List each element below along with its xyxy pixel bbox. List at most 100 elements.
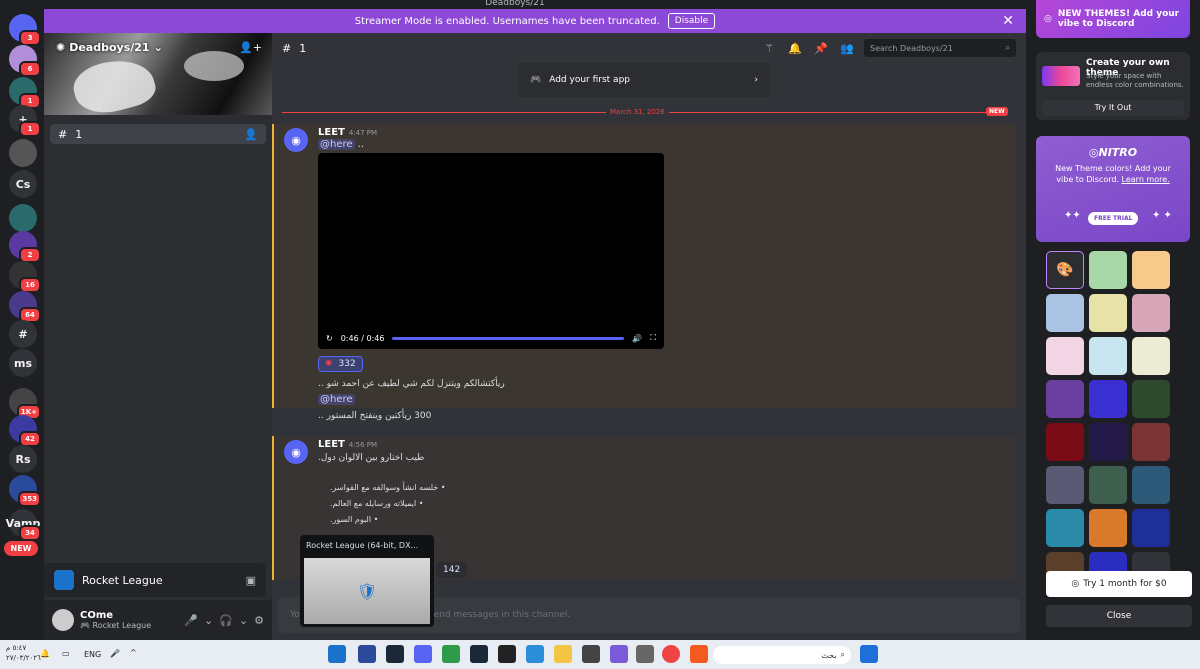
server-icon-13[interactable]: 42: [9, 415, 41, 447]
message-author[interactable]: LEET 4:47 PM: [318, 127, 377, 138]
bell-icon[interactable]: 🔔: [786, 42, 804, 55]
theme-swatch[interactable]: [1132, 294, 1170, 332]
app-taskbar-icon[interactable]: [582, 645, 600, 663]
rocket-league-taskbar-icon[interactable]: [328, 645, 346, 663]
microphone-icon[interactable]: 🎤: [184, 614, 198, 627]
close-button[interactable]: Close: [1046, 605, 1192, 627]
try-month-button[interactable]: ◎ Try 1 month for $0: [1046, 571, 1192, 597]
theme-swatch[interactable]: [1089, 294, 1127, 332]
theme-swatch[interactable]: [1132, 337, 1170, 375]
server-icon-14[interactable]: Rs: [9, 445, 37, 473]
reaction[interactable]: ✺ 332: [318, 356, 363, 372]
mention[interactable]: @here: [318, 139, 355, 150]
stream-icon[interactable]: ▣: [246, 574, 256, 587]
taskbar-preview[interactable]: Rocket League (64-bit, DX... 🛡: [300, 535, 434, 627]
steam-icon[interactable]: [386, 645, 404, 663]
chevron-down-icon[interactable]: ⌄: [239, 614, 248, 627]
pin-icon[interactable]: 📌: [812, 42, 830, 55]
theme-swatch[interactable]: [1046, 294, 1084, 332]
reaction[interactable]: 142: [436, 562, 468, 578]
theme-swatch[interactable]: [1132, 509, 1170, 547]
server-icon-8[interactable]: 16: [9, 261, 41, 293]
theme-swatch[interactable]: [1132, 423, 1170, 461]
clock[interactable]: ٥:٤٧ م ٢٧/٠٣/٢٠٢٦: [6, 643, 41, 663]
theme-swatch[interactable]: [1089, 251, 1127, 289]
server-icon-15[interactable]: 353: [9, 475, 41, 507]
replay-icon[interactable]: ↻: [326, 334, 333, 343]
server-icon-16[interactable]: Vamp 34: [6, 509, 41, 541]
search-input[interactable]: بحث ⌕: [713, 646, 851, 664]
server-icon-1[interactable]: 6: [9, 45, 41, 77]
gear-icon[interactable]: ⚙: [254, 614, 264, 627]
add-member-icon[interactable]: 👤: [244, 128, 258, 141]
discord-icon[interactable]: ◉: [284, 440, 308, 464]
message[interactable]: ◉ LEET 4:47 PM @here .. ↻ 0:46 / 0:46 🔊 ⛶…: [272, 124, 1016, 408]
threads-icon[interactable]: ⚚: [760, 42, 778, 55]
theme-swatch[interactable]: [1089, 509, 1127, 547]
try-it-out-button[interactable]: Try It Out: [1042, 100, 1184, 116]
app-taskbar-icon[interactable]: [442, 645, 460, 663]
message-author[interactable]: LEET 4:56 PM: [318, 439, 377, 450]
theme-swatch[interactable]: [1046, 380, 1084, 418]
chevron-down-icon[interactable]: ⌄: [204, 614, 213, 627]
server-name-button[interactable]: ✺ Deadboys/21 ⌄: [56, 41, 163, 54]
chrome-icon[interactable]: [662, 645, 680, 663]
activity-panel[interactable]: Rocket League ▣: [44, 563, 266, 597]
server-banner[interactable]: ✺ Deadboys/21 ⌄ 👤+: [44, 33, 272, 115]
fullscreen-icon[interactable]: ⛶: [650, 333, 656, 343]
theme-swatch[interactable]: [1046, 509, 1084, 547]
search-input[interactable]: Search Deadboys/21 ⌕: [864, 39, 1016, 57]
headphones-icon[interactable]: 🎧: [219, 614, 233, 627]
language-indicator[interactable]: ENG: [84, 650, 101, 659]
server-icon-5[interactable]: Cs: [9, 170, 37, 198]
app-taskbar-icon[interactable]: [358, 645, 376, 663]
theme-swatch[interactable]: [1046, 466, 1084, 504]
disable-button[interactable]: Disable: [667, 13, 716, 29]
avatar[interactable]: [52, 609, 74, 631]
custom-theme-swatch[interactable]: 🎨: [1046, 251, 1084, 289]
mention[interactable]: @here: [318, 394, 355, 405]
server-icon-12[interactable]: 1K+: [9, 388, 41, 420]
new-themes-promo[interactable]: ◎ NEW THEMES! Add your vibe to Discord: [1036, 0, 1190, 38]
theme-swatch[interactable]: [1046, 337, 1084, 375]
edge-icon[interactable]: [526, 645, 544, 663]
channel-item[interactable]: # 1 👤: [50, 124, 266, 144]
server-icon-0[interactable]: 3: [9, 14, 41, 46]
server-icon-11[interactable]: ms: [9, 349, 37, 377]
notification-icon[interactable]: 🔔: [40, 649, 50, 658]
server-icon-7[interactable]: 2: [9, 231, 41, 263]
server-icon-2[interactable]: 1: [9, 77, 41, 109]
server-icon-10[interactable]: #: [9, 320, 37, 348]
file-explorer-icon[interactable]: [554, 645, 572, 663]
theme-swatch[interactable]: [1089, 337, 1127, 375]
server-icon-3[interactable]: +1: [9, 105, 41, 137]
theme-swatch[interactable]: [1132, 380, 1170, 418]
discord-icon[interactable]: ◉: [284, 128, 308, 152]
discord-taskbar-icon[interactable]: [414, 645, 432, 663]
theme-swatch[interactable]: [1089, 423, 1127, 461]
preview-thumbnail[interactable]: 🛡: [304, 558, 430, 624]
steam-icon[interactable]: [470, 645, 488, 663]
user-names[interactable]: COme 🎮 Rocket League: [80, 610, 178, 630]
network-icon[interactable]: ▭: [62, 649, 70, 658]
server-icon-6[interactable]: [9, 204, 37, 232]
video-progress[interactable]: [392, 336, 625, 340]
microphone-icon[interactable]: 🎤: [110, 649, 120, 658]
brave-icon[interactable]: [690, 645, 708, 663]
theme-swatch[interactable]: [1046, 423, 1084, 461]
chevron-up-icon[interactable]: ^: [130, 648, 137, 657]
video-player[interactable]: ↻ 0:46 / 0:46 🔊 ⛶: [318, 153, 664, 349]
server-icon-4[interactable]: [9, 139, 37, 167]
theme-swatch[interactable]: [1089, 380, 1127, 418]
invite-icon[interactable]: 👤+: [239, 41, 262, 54]
app-taskbar-icon[interactable]: [610, 645, 628, 663]
start-icon[interactable]: [860, 645, 878, 663]
theme-swatch[interactable]: [1132, 466, 1170, 504]
add-app-card[interactable]: 🎮 Add your first app ›: [518, 63, 770, 97]
store-icon[interactable]: [636, 645, 654, 663]
new-servers-badge[interactable]: NEW: [4, 541, 38, 556]
learn-more-link[interactable]: Learn more.: [1122, 175, 1170, 184]
theme-swatch[interactable]: [1132, 251, 1170, 289]
close-icon[interactable]: ✕: [1002, 13, 1014, 29]
members-icon[interactable]: 👥: [838, 42, 856, 55]
